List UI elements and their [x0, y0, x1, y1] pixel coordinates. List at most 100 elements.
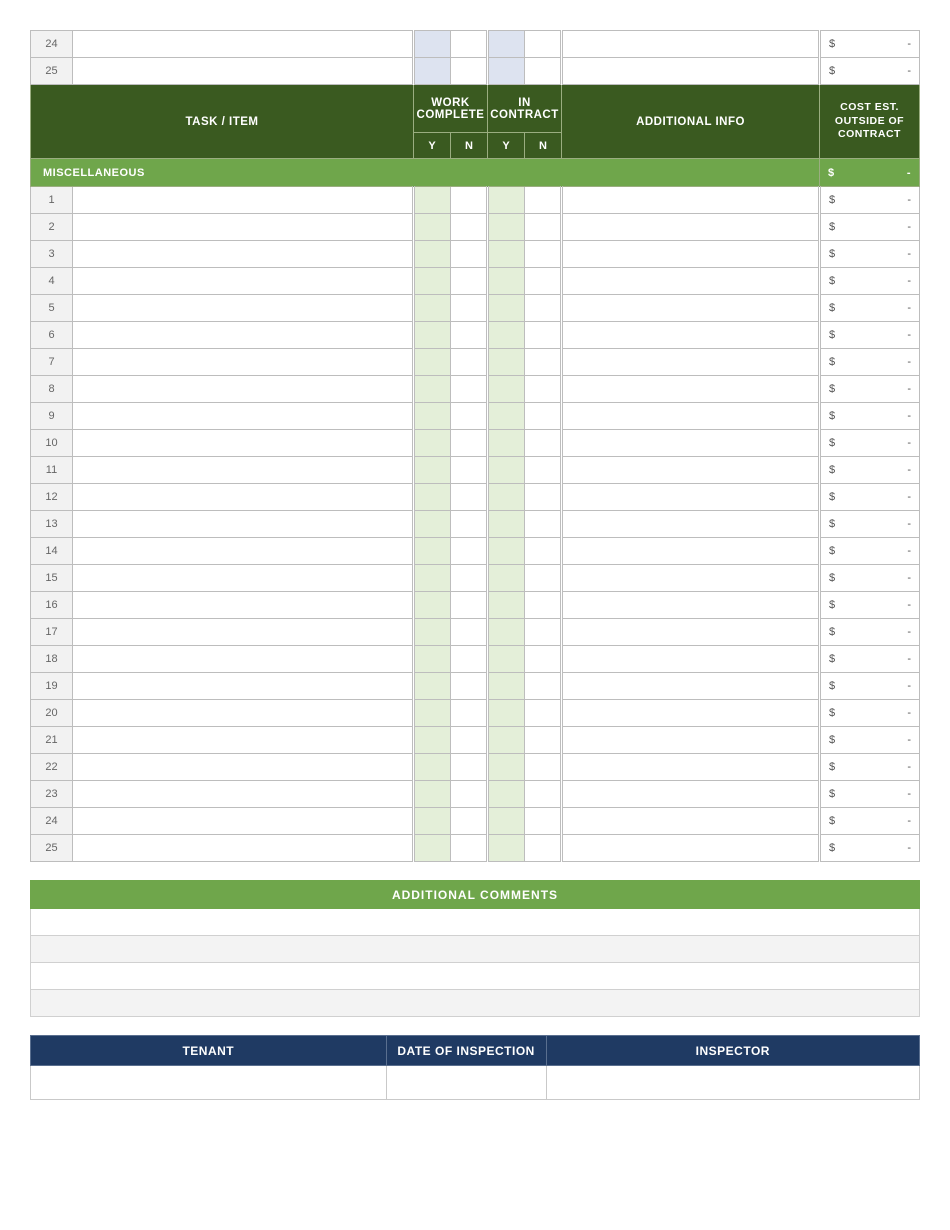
ic-y-cell[interactable] — [488, 241, 525, 268]
wc-n-cell[interactable] — [451, 58, 488, 85]
comment-row[interactable] — [31, 963, 920, 990]
cost-cell[interactable]: $- — [820, 187, 920, 214]
cost-cell[interactable]: $- — [820, 349, 920, 376]
wc-n-cell[interactable] — [451, 31, 488, 58]
wc-y-cell[interactable] — [414, 31, 451, 58]
ic-y-cell[interactable] — [488, 349, 525, 376]
task-cell[interactable] — [73, 727, 414, 754]
task-cell[interactable] — [73, 754, 414, 781]
cost-cell[interactable]: $- — [820, 457, 920, 484]
ic-y-cell[interactable] — [488, 592, 525, 619]
ic-y-cell[interactable] — [488, 619, 525, 646]
task-cell[interactable] — [73, 241, 414, 268]
cost-cell[interactable]: $- — [820, 700, 920, 727]
ic-y-cell[interactable] — [488, 31, 525, 58]
info-cell[interactable] — [562, 619, 820, 646]
cost-cell[interactable]: $- — [820, 295, 920, 322]
task-cell[interactable] — [73, 700, 414, 727]
info-cell[interactable] — [562, 268, 820, 295]
cost-cell[interactable]: $- — [820, 376, 920, 403]
info-cell[interactable] — [562, 376, 820, 403]
wc-n-cell[interactable] — [451, 565, 488, 592]
ic-n-cell[interactable] — [525, 700, 562, 727]
wc-y-cell[interactable] — [414, 376, 451, 403]
info-cell[interactable] — [562, 349, 820, 376]
info-cell[interactable] — [562, 565, 820, 592]
ic-n-cell[interactable] — [525, 619, 562, 646]
ic-y-cell[interactable] — [488, 457, 525, 484]
cost-cell[interactable]: $- — [820, 241, 920, 268]
wc-y-cell[interactable] — [414, 565, 451, 592]
wc-n-cell[interactable] — [451, 538, 488, 565]
info-cell[interactable] — [562, 214, 820, 241]
wc-n-cell[interactable] — [451, 322, 488, 349]
task-cell[interactable] — [73, 403, 414, 430]
wc-n-cell[interactable] — [451, 457, 488, 484]
ic-y-cell[interactable] — [488, 781, 525, 808]
ic-n-cell[interactable] — [525, 403, 562, 430]
task-cell[interactable] — [73, 673, 414, 700]
wc-n-cell[interactable] — [451, 835, 488, 862]
comment-row[interactable] — [31, 909, 920, 936]
ic-y-cell[interactable] — [488, 295, 525, 322]
task-cell[interactable] — [73, 781, 414, 808]
wc-n-cell[interactable] — [451, 727, 488, 754]
cost-cell[interactable]: $- — [820, 646, 920, 673]
ic-y-cell[interactable] — [488, 673, 525, 700]
info-cell[interactable] — [562, 322, 820, 349]
wc-y-cell[interactable] — [414, 592, 451, 619]
cost-cell[interactable]: $- — [820, 538, 920, 565]
wc-y-cell[interactable] — [414, 754, 451, 781]
info-cell[interactable] — [562, 781, 820, 808]
wc-y-cell[interactable] — [414, 484, 451, 511]
ic-n-cell[interactable] — [525, 58, 562, 85]
cost-cell[interactable]: $- — [820, 619, 920, 646]
task-cell[interactable] — [73, 295, 414, 322]
ic-n-cell[interactable] — [525, 727, 562, 754]
wc-y-cell[interactable] — [414, 349, 451, 376]
info-cell[interactable] — [562, 835, 820, 862]
wc-n-cell[interactable] — [451, 295, 488, 322]
wc-y-cell[interactable] — [414, 538, 451, 565]
wc-y-cell[interactable] — [414, 700, 451, 727]
wc-n-cell[interactable] — [451, 349, 488, 376]
wc-n-cell[interactable] — [451, 619, 488, 646]
wc-y-cell[interactable] — [414, 511, 451, 538]
ic-n-cell[interactable] — [525, 808, 562, 835]
wc-n-cell[interactable] — [451, 808, 488, 835]
wc-y-cell[interactable] — [414, 214, 451, 241]
ic-n-cell[interactable] — [525, 322, 562, 349]
info-cell[interactable] — [562, 646, 820, 673]
wc-y-cell[interactable] — [414, 322, 451, 349]
ic-n-cell[interactable] — [525, 457, 562, 484]
wc-n-cell[interactable] — [451, 241, 488, 268]
ic-y-cell[interactable] — [488, 511, 525, 538]
task-cell[interactable] — [73, 592, 414, 619]
cost-cell[interactable]: $- — [820, 214, 920, 241]
cost-cell[interactable]: $- — [820, 322, 920, 349]
wc-n-cell[interactable] — [451, 484, 488, 511]
wc-y-cell[interactable] — [414, 646, 451, 673]
ic-n-cell[interactable] — [525, 376, 562, 403]
wc-n-cell[interactable] — [451, 781, 488, 808]
wc-n-cell[interactable] — [451, 403, 488, 430]
cost-cell[interactable]: $- — [820, 565, 920, 592]
task-cell[interactable] — [73, 538, 414, 565]
wc-y-cell[interactable] — [414, 241, 451, 268]
info-cell[interactable] — [562, 187, 820, 214]
ic-y-cell[interactable] — [488, 322, 525, 349]
task-cell[interactable] — [73, 322, 414, 349]
footer-inspector-input[interactable] — [546, 1066, 919, 1100]
ic-y-cell[interactable] — [488, 754, 525, 781]
task-cell[interactable] — [73, 58, 414, 85]
info-cell[interactable] — [562, 727, 820, 754]
task-cell[interactable] — [73, 349, 414, 376]
footer-tenant-input[interactable] — [31, 1066, 387, 1100]
ic-y-cell[interactable] — [488, 727, 525, 754]
ic-n-cell[interactable] — [525, 673, 562, 700]
wc-y-cell[interactable] — [414, 457, 451, 484]
wc-y-cell[interactable] — [414, 430, 451, 457]
cost-cell[interactable]: $- — [820, 673, 920, 700]
ic-y-cell[interactable] — [488, 403, 525, 430]
ic-n-cell[interactable] — [525, 295, 562, 322]
